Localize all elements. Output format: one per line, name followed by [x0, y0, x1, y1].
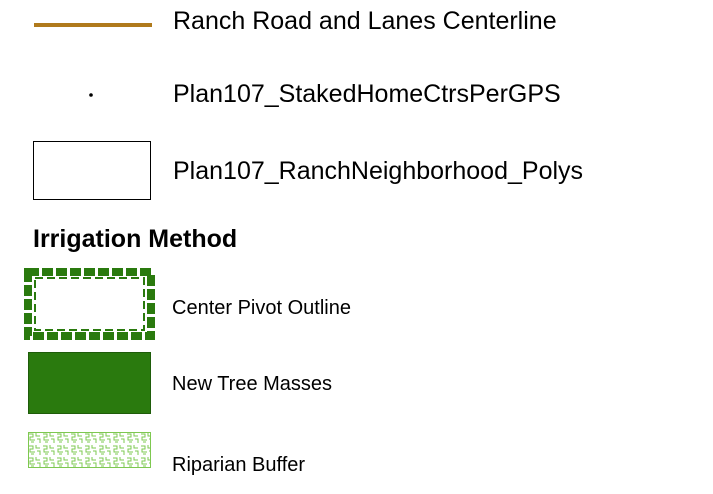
- home-center-label: Plan107_StakedHomeCtrsPerGPS: [173, 80, 561, 108]
- neighborhood-polygon-label: Plan107_RanchNeighborhood_Polys: [173, 157, 584, 185]
- center-pivot-label: Center Pivot Outline: [172, 297, 351, 319]
- road-centerline-symbol: [34, 23, 152, 27]
- irrigation-method-heading: Irrigation Method: [33, 225, 238, 253]
- new-tree-masses-symbol: [28, 352, 151, 414]
- road-centerline-label: Ranch Road and Lanes Centerline: [173, 7, 557, 35]
- home-center-point-symbol: [89, 93, 93, 97]
- riparian-buffer-symbol: [28, 432, 151, 468]
- center-pivot-outline-symbol: [24, 268, 155, 340]
- neighborhood-polygon-symbol: [33, 141, 151, 200]
- new-tree-masses-label: New Tree Masses: [172, 373, 333, 395]
- riparian-buffer-label: Riparian Buffer: [172, 454, 306, 476]
